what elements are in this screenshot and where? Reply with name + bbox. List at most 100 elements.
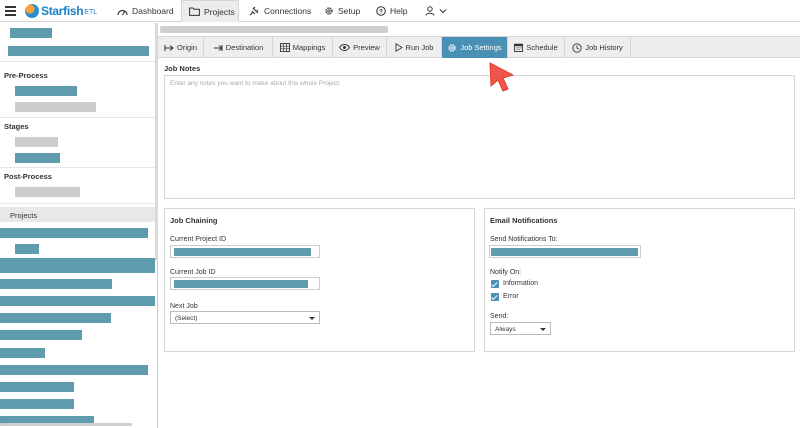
origin-icon [164,44,174,52]
sidebar-project-item[interactable] [15,244,39,254]
sidebar-horizontal-scrollbar[interactable] [0,423,132,426]
sidebar-projects-heading: Projects [0,207,155,222]
tab-run-job[interactable]: Run Job [387,37,442,58]
send-label: Send: [490,313,509,320]
plug-icon [249,6,260,16]
current-job-id-label: Current Job ID [170,269,216,276]
error-checkbox[interactable] [491,293,499,301]
logo-suffix: ETL [84,8,98,16]
sidebar-stage-item[interactable] [15,153,60,163]
next-job-label: Next Job [170,303,198,310]
destination-icon [213,44,223,52]
job-notes-title: Job Notes [164,64,201,73]
job-chaining-panel: Job Chaining Current Project ID Current … [164,208,475,352]
error-label: Error [503,293,519,300]
chevron-down-icon [540,328,546,331]
user-icon [425,6,435,16]
nav-projects[interactable]: Projects [181,0,239,22]
tab-run-job-label: Run Job [405,43,434,52]
job-notes-textarea[interactable]: Enter any notes you want to make about t… [164,75,795,199]
sidebar-stage-item[interactable] [15,137,58,147]
project-sidebar: Pre-Process Stages Post-Process Projects [0,23,158,428]
sidebar-job-name[interactable] [8,46,149,56]
information-checkbox[interactable] [491,280,499,288]
sidebar-divider [0,203,155,204]
gear-icon [324,6,334,16]
tab-origin-label: Origin [176,43,197,52]
sidebar-project-item[interactable] [0,348,45,358]
tab-mappings[interactable]: Mappings [273,37,333,58]
current-job-id-value [174,280,308,288]
tab-destination-label: Destination [225,43,264,52]
top-navbar: Starfish ETL Dashboard Projects Connecti… [0,0,800,22]
sidebar-divider [0,117,155,118]
sidebar-stages-heading: Stages [4,122,29,131]
nav-setup-label: Setup [338,6,361,16]
send-notifications-to-field[interactable] [489,245,641,258]
sidebar-project-item[interactable] [0,365,148,375]
email-notifications-panel: Email Notifications Send Notifications T… [484,208,795,352]
nav-connections[interactable]: Connections [249,0,311,22]
sidebar-project-item[interactable] [0,313,111,323]
tab-destination[interactable]: Destination [204,37,273,58]
tab-schedule[interactable]: Schedule [508,37,565,58]
sidebar-project-item[interactable] [0,399,74,409]
sidebar-project-item[interactable] [0,382,74,392]
current-project-id-field[interactable] [170,245,320,258]
sidebar-project-name[interactable] [10,28,52,38]
email-notifications-title: Email Notifications [490,216,558,225]
sidebar-project-item[interactable] [0,330,82,340]
nav-connections-label: Connections [264,6,312,16]
nav-setup[interactable]: Setup [324,0,360,22]
sidebar-project-item-selected[interactable] [0,258,155,273]
nav-help[interactable]: ? Help [376,0,407,22]
tab-schedule-label: Schedule [526,43,558,52]
nav-dashboard[interactable]: Dashboard [117,0,174,22]
sidebar-pre-process-item[interactable] [15,86,77,96]
nav-user-menu[interactable] [425,0,447,22]
svg-text:?: ? [379,8,383,15]
next-job-selected-value: (Select) [175,315,198,322]
sidebar-post-process-heading: Post-Process [4,172,52,181]
current-job-id-field[interactable] [170,277,320,290]
starfish-logo[interactable]: Starfish ETL [25,3,97,19]
starfish-logo-icon [25,4,39,18]
sidebar-scrollbar[interactable] [155,23,158,261]
folder-icon [189,7,200,16]
current-project-id-label: Current Project ID [170,236,227,243]
grid-icon [279,43,290,52]
send-notifications-to-value [491,248,638,256]
chevron-down-icon [309,317,315,320]
next-job-select[interactable]: (Select) [170,311,320,324]
clock-icon [572,42,582,53]
sidebar-pre-process-item[interactable] [15,102,96,112]
tab-preview[interactable]: Preview [333,37,387,58]
notify-on-label: Notify On: [490,269,522,276]
hamburger-menu-icon[interactable] [5,6,16,16]
sidebar-pre-process-heading: Pre-Process [4,71,48,80]
sidebar-project-item[interactable] [0,279,112,289]
logo-name: Starfish [41,4,84,18]
sidebar-post-process-item[interactable] [15,187,80,197]
nav-help-label: Help [390,6,408,16]
sidebar-project-item[interactable] [0,296,155,306]
send-frequency-selected-value: Always [495,326,516,333]
tab-mappings-label: Mappings [292,43,326,52]
job-chaining-title: Job Chaining [170,216,218,225]
main-horizontal-scrollbar[interactable] [160,26,388,33]
calendar-icon [514,43,524,52]
send-frequency-select[interactable]: Always [490,322,551,335]
pointer-arrow-icon [489,62,514,92]
send-notifications-to-label: Send Notifications To: [490,236,558,243]
tab-job-settings[interactable]: Job Settings [442,37,508,58]
tab-job-history-label: Job History [585,43,623,52]
tab-preview-label: Preview [353,43,380,52]
help-icon: ? [376,6,386,16]
tab-origin[interactable]: Origin [158,37,204,58]
tab-job-settings-label: Job Settings [460,43,502,52]
dashboard-icon [117,7,128,16]
chevron-down-icon [439,6,447,16]
sidebar-project-item[interactable] [0,228,148,238]
tab-job-history[interactable]: Job History [565,37,631,58]
information-label: Information [503,280,539,287]
